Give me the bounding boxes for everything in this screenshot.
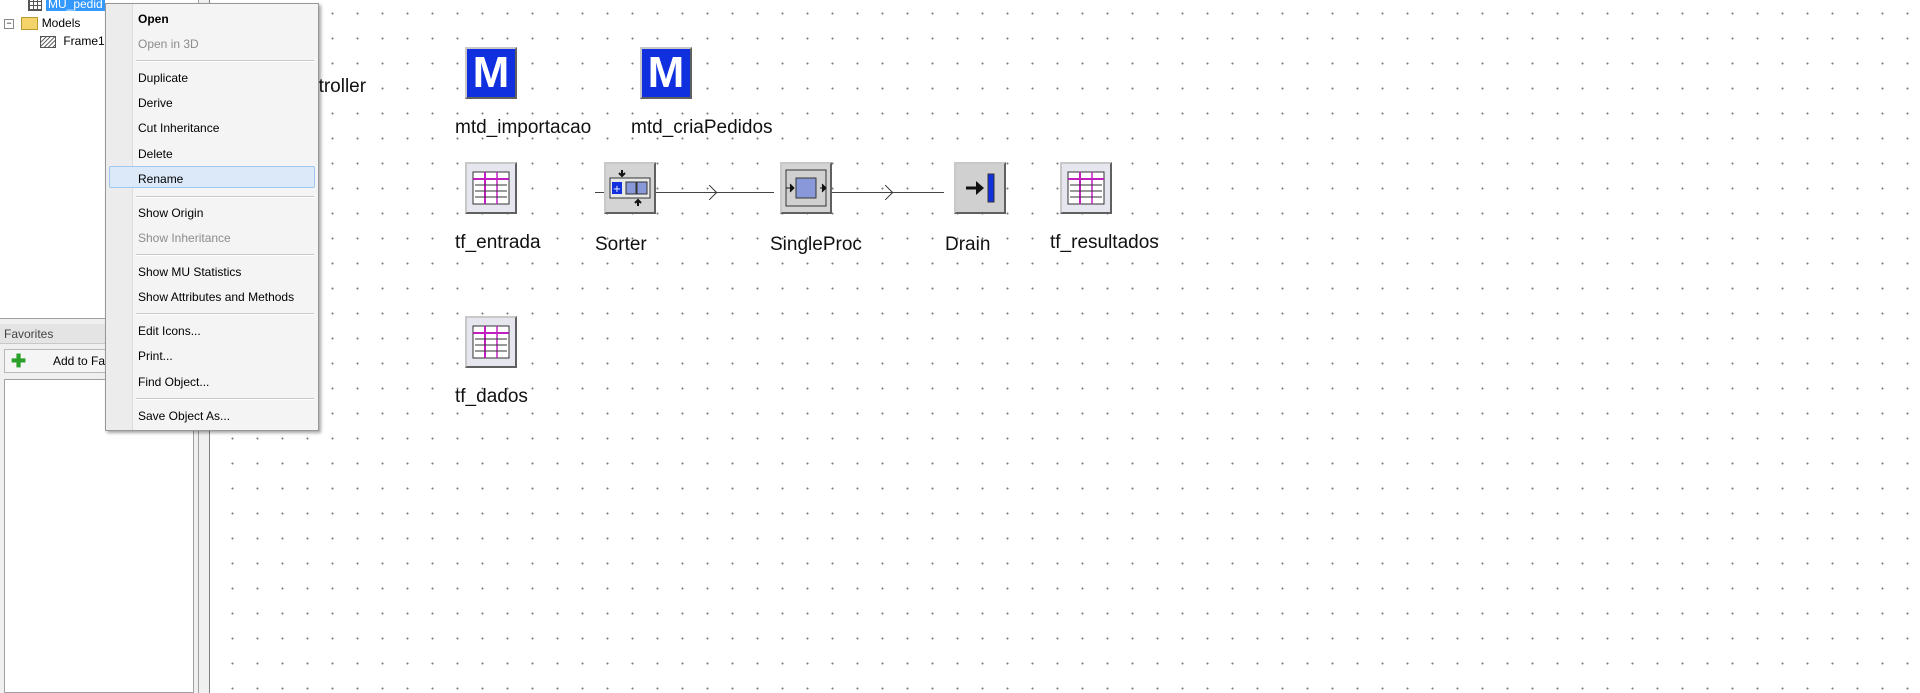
menu-item-show-origin[interactable]: Show Origin xyxy=(138,206,203,220)
add-to-favorites-label: Add to Fav xyxy=(53,354,112,368)
menu-separator xyxy=(136,60,314,62)
grid-icon xyxy=(28,0,42,12)
folder-icon xyxy=(21,17,39,31)
menu-item-save-object-as[interactable]: Save Object As... xyxy=(138,409,230,423)
drain-symbol xyxy=(966,173,995,203)
connector-arrow-icon xyxy=(701,184,718,201)
tree-item-label: MU_pedid xyxy=(46,0,105,11)
menu-item-show-inheritance: Show Inheritance xyxy=(138,231,231,245)
object-label-tf-resultados: tf_resultados xyxy=(1050,232,1159,253)
sorter-icon[interactable]: + xyxy=(604,162,656,214)
menu-item-cut-inheritance[interactable]: Cut Inheritance xyxy=(138,121,219,135)
singleproc-symbol xyxy=(785,169,827,207)
tree-item-label: Frame1 xyxy=(63,34,105,48)
object-label-sorter: Sorter xyxy=(595,234,647,255)
menu-item-show-mu-statistics[interactable]: Show MU Statistics xyxy=(138,265,241,279)
menu-separator xyxy=(136,196,314,198)
frame-icon xyxy=(40,35,56,48)
singleproc-icon[interactable] xyxy=(780,162,832,214)
menu-item-delete[interactable]: Delete xyxy=(138,147,173,161)
menu-item-rename[interactable]: Rename xyxy=(138,172,183,186)
method-icon-criapedidos[interactable]: M xyxy=(640,47,692,99)
table-icon-tf-resultados[interactable] xyxy=(1060,162,1112,214)
tree-item-label: Models xyxy=(41,16,81,30)
object-label-tf-entrada: tf_entrada xyxy=(455,232,541,253)
drain-icon[interactable] xyxy=(954,162,1006,214)
menu-item-duplicate[interactable]: Duplicate xyxy=(138,71,188,85)
tree-item-models[interactable]: − Models xyxy=(4,16,81,31)
collapse-icon[interactable]: − xyxy=(4,18,14,29)
menu-item-print[interactable]: Print... xyxy=(138,349,173,363)
menu-separator xyxy=(136,398,314,400)
menu-icon-gutter xyxy=(106,4,133,430)
table-icon-tf-entrada[interactable] xyxy=(465,162,517,214)
sorter-symbol: + xyxy=(609,170,651,206)
object-label-mtd-importacao: mtd_importacao xyxy=(455,117,592,138)
svg-text:+: + xyxy=(613,184,621,195)
tree-item-mu[interactable]: MU_pedid xyxy=(28,0,105,12)
menu-item-edit-icons[interactable]: Edit Icons... xyxy=(138,324,201,338)
table-file-icon xyxy=(472,171,510,205)
method-icon-importacao[interactable]: M xyxy=(465,47,517,99)
object-label-mtd-criapedidos: mtd_criaPedidos xyxy=(631,117,773,138)
menu-item-find-object[interactable]: Find Object... xyxy=(138,375,209,389)
menu-item-derive[interactable]: Derive xyxy=(138,96,173,110)
table-file-icon xyxy=(472,325,510,359)
connector-in[interactable] xyxy=(595,192,604,193)
object-label-tf-dados: tf_dados xyxy=(455,386,528,407)
table-file-icon xyxy=(1067,171,1105,205)
menu-item-open[interactable]: Open xyxy=(138,12,169,26)
object-label-drain: Drain xyxy=(945,234,991,255)
connector-arrow-icon xyxy=(877,184,894,201)
menu-separator xyxy=(136,254,314,256)
tree-item-frame1[interactable]: Frame1 xyxy=(40,34,105,48)
context-menu: Open Open in 3D Duplicate Derive Cut Inh… xyxy=(105,3,319,431)
menu-item-open-3d: Open in 3D xyxy=(138,37,199,51)
frame-canvas[interactable]: ntroller M mtd_importacao M mtd_criaPedi… xyxy=(210,0,1920,693)
plus-icon: ✚ xyxy=(11,351,27,371)
table-icon-tf-dados[interactable] xyxy=(465,316,517,368)
object-label-singleproc: SingleProc xyxy=(770,234,862,255)
menu-separator xyxy=(136,313,314,315)
menu-item-show-attributes-methods[interactable]: Show Attributes and Methods xyxy=(138,290,294,304)
